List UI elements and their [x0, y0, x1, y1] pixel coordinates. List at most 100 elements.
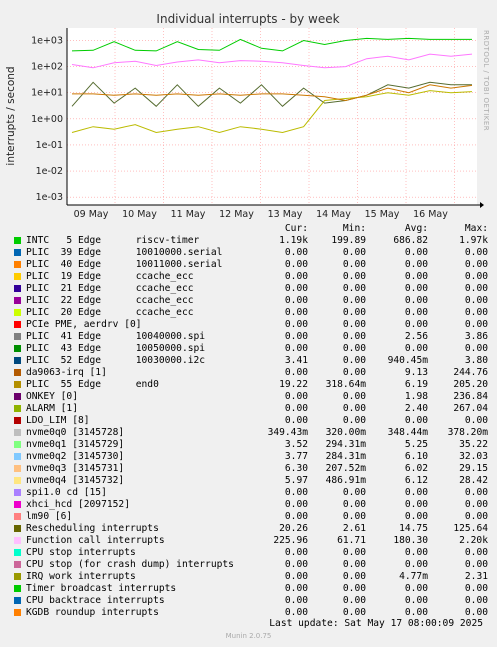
chart: Individual interrupts - by week 1e+031e+…	[5, 12, 490, 220]
legend-label: PLIC 55 Edge end0	[26, 379, 159, 390]
plot-area	[67, 28, 477, 205]
legend-avg: 0.00	[404, 307, 428, 318]
header-avg: Avg:	[404, 222, 428, 234]
legend-row: CPU backtrace interrupts 0.00 0.00 0.00 0.00	[12, 595, 488, 607]
legend-avg: 1.98	[404, 391, 428, 402]
legend-row: lm90 [6] 0.00 0.00 0.00 0.00	[12, 511, 488, 523]
legend-cur: 0.00	[284, 367, 308, 378]
legend-cur: 0.00	[284, 259, 308, 270]
y-tick-labels: 1e+03 1e+02 1e+01 1e+00 1e-01 1e-02 1e-03	[31, 35, 63, 203]
legend-row: nvme0q0 [3145728] 349.43m 320.00m 348.44m 37…	[12, 427, 488, 439]
legend-min: 318.64m	[325, 379, 366, 390]
legend-swatch	[14, 296, 21, 304]
legend-max: 0.00	[464, 319, 488, 330]
legend-min: 0.00	[342, 499, 366, 510]
legend-label: PLIC 21 Edge ccache_ecc	[26, 283, 194, 294]
legend-label: PLIC 22 Edge ccache_ecc	[26, 295, 194, 306]
legend-cur: 0.00	[284, 559, 308, 570]
legend-avg: 2.40	[404, 403, 428, 414]
legend-swatch	[14, 548, 21, 556]
legend-swatch	[14, 476, 21, 484]
legend-cur: 0.00	[284, 511, 308, 522]
legend-min: 2.61	[342, 523, 366, 534]
x-tick-label: 15 May	[365, 209, 400, 220]
legend-swatch	[14, 584, 21, 592]
legend-cur: 0.00	[284, 499, 308, 510]
x-tick-label: 12 May	[219, 209, 254, 220]
legend-avg: 6.12	[404, 475, 428, 486]
legend-min: 0.00	[342, 487, 366, 498]
y-axis-label: interrupts / second	[5, 66, 17, 165]
legend-cur: 0.00	[284, 583, 308, 594]
legend-row: spi1.0 cd [15] 0.00 0.00 0.00 0.00	[12, 487, 488, 499]
legend-avg: 6.19	[404, 379, 428, 390]
legend-avg: 0.00	[404, 283, 428, 294]
legend-swatch	[14, 308, 21, 316]
legend-max: 0.00	[464, 295, 488, 306]
legend-max: 35.22	[459, 439, 488, 450]
legend-min: 0.00	[342, 343, 366, 354]
legend-max: 0.00	[464, 547, 488, 558]
legend-avg: 0.00	[404, 415, 428, 426]
legend-cur: 0.00	[284, 415, 308, 426]
legend-label: nvme0q3 [3145731]	[26, 463, 125, 474]
y-tick-label: 1e+03	[31, 35, 63, 46]
header-min: Min:	[342, 222, 366, 234]
legend-max: 0.00	[464, 415, 488, 426]
legend-swatch	[14, 344, 21, 352]
legend-swatch	[14, 260, 21, 268]
legend-max: 1.97k	[459, 235, 488, 246]
legend-label: xhci_hcd [2097152]	[26, 499, 130, 510]
legend-max: 0.00	[464, 271, 488, 282]
legend-avg: 4.77m	[399, 571, 428, 582]
legend-min: 0.00	[342, 271, 366, 282]
legend-swatch	[14, 392, 21, 400]
legend-cur: 0.00	[284, 487, 308, 498]
legend-row: Rescheduling interrupts 20.26 2.61 14.75 125…	[12, 523, 488, 535]
legend-row: ALARM [1] 0.00 0.00 2.40 267.04	[12, 403, 488, 415]
legend-row: INTC 5 Edge riscv-timer 1.19k 199.89 686.82…	[12, 235, 488, 247]
legend-max: 0.00	[464, 487, 488, 498]
legend-avg: 0.00	[404, 271, 428, 282]
legend-row: PLIC 43 Edge 10050000.spi 0.00 0.00 0.00 0.0…	[12, 343, 488, 355]
legend-cur: 0.00	[284, 391, 308, 402]
legend-avg: 2.56	[404, 331, 428, 342]
legend-avg: 0.00	[404, 343, 428, 354]
legend-label: nvme0q1 [3145729]	[26, 439, 125, 450]
legend-cur: 20.26	[279, 523, 308, 534]
legend-label: nvme0q0 [3145728]	[26, 427, 125, 438]
legend-swatch	[14, 380, 21, 388]
legend-label: INTC 5 Edge riscv-timer	[26, 235, 200, 246]
legend-cur: 0.00	[284, 319, 308, 330]
legend-max: 0.00	[464, 307, 488, 318]
legend-row: Function call interrupts 225.96 61.71 180.3…	[12, 535, 488, 547]
legend-label: PLIC 52 Edge 10030000.i2c	[26, 355, 206, 366]
legend-avg: 0.00	[404, 559, 428, 570]
legend-swatch	[14, 560, 21, 568]
header-max: Max:	[464, 222, 488, 234]
legend-label: PLIC 20 Edge ccache_ecc	[26, 307, 194, 318]
x-tick-label: 09 May	[74, 209, 109, 220]
legend-row: PLIC 20 Edge ccache_ecc 0.00 0.00 0.00 0.00	[12, 307, 488, 319]
legend-min: 207.52m	[325, 463, 366, 474]
legend-swatch	[14, 284, 21, 292]
legend-label: lm90 [6]	[26, 511, 73, 522]
legend-label: ALARM [1]	[26, 403, 78, 414]
legend-swatch	[14, 452, 21, 460]
legend-row: ONKEY [0] 0.00 0.00 1.98 236.84	[12, 391, 488, 403]
legend-avg: 180.30	[393, 535, 428, 546]
legend-row: PLIC 55 Edge end0 19.22 318.64m 6.19 205.20	[12, 379, 488, 391]
legend-swatch	[14, 596, 21, 604]
legend-max: 29.15	[459, 463, 488, 474]
legend-row: PLIC 22 Edge ccache_ecc 0.00 0.00 0.00 0.00	[12, 295, 488, 307]
legend-max: 267.04	[453, 403, 488, 414]
legend-swatch	[14, 512, 21, 520]
legend-cur: 0.00	[284, 547, 308, 558]
legend-min: 284.31m	[325, 451, 366, 462]
legend-label: Timer broadcast interrupts	[26, 583, 177, 594]
legend-swatch	[14, 524, 21, 532]
legend-min: 0.00	[342, 391, 366, 402]
legend-max: 205.20	[453, 379, 488, 390]
legend-max: 378.20m	[447, 427, 488, 438]
legend-min: 0.00	[342, 403, 366, 414]
